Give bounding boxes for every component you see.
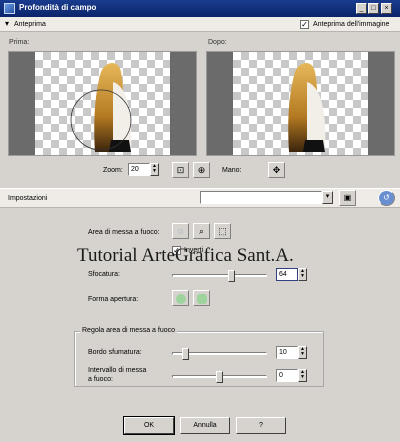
preview-image-checkbox[interactable]: ✓ — [300, 20, 309, 29]
feather-slider-thumb[interactable] — [182, 348, 189, 360]
ok-button[interactable]: OK — [123, 416, 175, 435]
close-button[interactable]: × — [381, 3, 392, 14]
zoom-label: Zoom: — [103, 167, 123, 174]
blur-spinner[interactable]: ▲ ▼ — [298, 268, 307, 281]
after-figure-image — [288, 63, 326, 152]
range-slider-thumb[interactable] — [216, 371, 223, 383]
preset-dropdown-icon[interactable]: ▾ — [322, 191, 333, 204]
aperture-polygon-icon[interactable] — [193, 290, 210, 306]
settings-label: Impostazioni — [8, 195, 48, 202]
reset-icon[interactable]: ↺ — [378, 190, 395, 206]
range-label-line2: a fuoco: — [88, 376, 113, 383]
app-icon — [4, 3, 15, 14]
blur-slider-thumb[interactable] — [228, 270, 235, 282]
range-label-line1: Intervallo di messa — [88, 367, 147, 374]
after-preview[interactable] — [206, 51, 395, 156]
feather-spinner[interactable]: ▲ ▼ — [298, 346, 307, 359]
minimize-button[interactable]: _ — [356, 3, 367, 14]
zoom-input[interactable]: 20 — [128, 163, 150, 176]
preset-select[interactable] — [200, 191, 322, 204]
zoom-tool-icon[interactable]: ⊕ — [193, 162, 210, 178]
aperture-label: Forma apertura: — [88, 296, 139, 303]
help-button[interactable]: ? — [236, 417, 286, 434]
before-label: Prima: — [9, 39, 30, 46]
after-label: Dopo: — [208, 39, 227, 46]
range-input[interactable]: 0 — [276, 369, 298, 382]
hand-label: Mano: — [222, 167, 242, 174]
save-preset-icon[interactable]: ▣ — [339, 190, 356, 206]
blur-input[interactable]: 64 — [276, 268, 298, 281]
before-figure-image — [70, 63, 132, 152]
cancel-button[interactable]: Annulla — [180, 417, 230, 434]
focus-lasso-icon[interactable]: ⌕ — [193, 223, 210, 239]
range-spinner[interactable]: ▲ ▼ — [298, 369, 307, 382]
hand-move-icon[interactable]: ✥ — [268, 162, 285, 178]
preview-toggle-label[interactable]: Anteprima — [14, 21, 46, 28]
watermark-text: Tutorial ArteGrafica Sant.A. — [77, 245, 294, 266]
aperture-round-icon[interactable] — [172, 290, 189, 306]
chevron-down-icon[interactable]: ▾ — [5, 20, 9, 28]
focus-adjust-title: Regola area di messa a fuoco — [80, 327, 177, 334]
before-preview[interactable] — [8, 51, 197, 156]
blur-label: Sfocatura: — [88, 271, 120, 278]
feather-input[interactable]: 10 — [276, 346, 298, 359]
maximize-button[interactable]: □ — [368, 3, 379, 14]
focus-auto-select-icon[interactable]: ◌ — [172, 223, 189, 239]
zoom-spinner[interactable]: ▲ ▼ — [150, 163, 159, 176]
window-title: Profondità di campo — [19, 3, 97, 12]
preview-image-label: Anteprima dell'immagine — [313, 21, 390, 28]
zoom-fit-icon[interactable]: ⊡ — [172, 162, 189, 178]
focus-rect-select-icon[interactable]: ⬚ — [214, 223, 231, 239]
blur-slider-track[interactable] — [172, 274, 267, 277]
feather-label: Bordo sfumatura: — [88, 349, 142, 356]
focus-area-label: Area di messa a fuoco: — [88, 229, 160, 236]
